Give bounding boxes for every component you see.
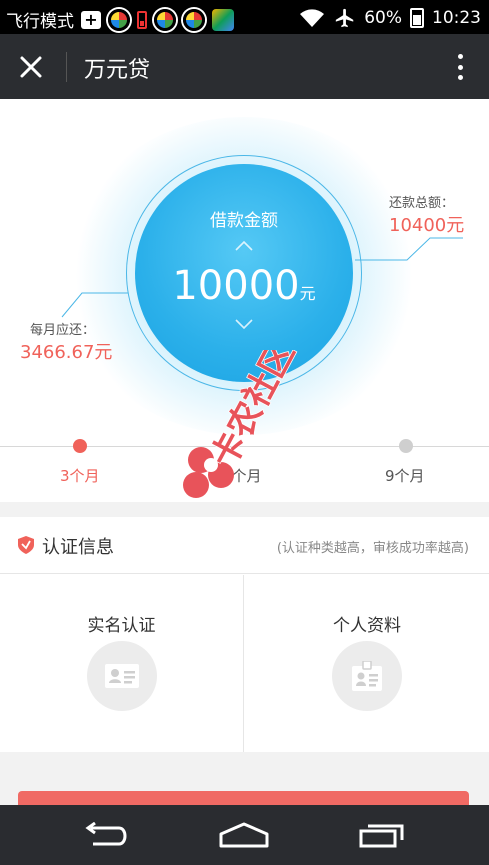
close-icon (20, 56, 42, 78)
airplane-mode-label: 飞行模式 (6, 12, 74, 32)
back-button[interactable] (77, 817, 137, 853)
page-title: 万元贷 (84, 58, 151, 83)
app-icon (183, 8, 205, 31)
term-option[interactable]: 3个月 (60, 465, 100, 486)
more-menu-button[interactable] (453, 50, 467, 84)
amount-label: 借款金额 (210, 211, 278, 231)
chevron-down-icon (235, 319, 253, 330)
home-button[interactable] (214, 817, 274, 853)
app-icon (212, 8, 234, 31)
recents-icon (359, 824, 404, 848)
battery-icon (410, 8, 424, 28)
app-icon (108, 8, 130, 31)
app-bar: 万元贷 (0, 34, 489, 99)
loan-amount: 10000元 (135, 263, 353, 309)
amount-circle: 借款金额 10000元 (135, 164, 353, 382)
monthly-connector (61, 292, 128, 318)
personal-info-certification[interactable]: 个人资料 (245, 575, 489, 752)
term-dot-3[interactable] (73, 439, 87, 453)
total-label: 还款总额： (389, 196, 455, 211)
battery-percent: 60% (364, 8, 402, 28)
app-icon (154, 8, 176, 31)
term-option[interactable]: 6个月 (222, 465, 262, 486)
close-button[interactable] (14, 50, 48, 84)
divider (66, 52, 67, 82)
battery-low-icon (137, 10, 147, 29)
id-card-icon (104, 664, 139, 688)
wifi-icon (300, 9, 325, 27)
total-connector (355, 237, 463, 261)
amount-unit: 元 (299, 284, 316, 303)
profile-badge-icon (352, 661, 382, 691)
amount-value: 10000 (172, 263, 300, 309)
total-value: 10400元 (389, 215, 465, 236)
chevron-up-icon (235, 240, 253, 251)
monthly-value: 3466.67元 (20, 342, 113, 363)
cert-item-label: 实名认证 (87, 616, 156, 636)
real-name-certification[interactable]: 实名认证 (0, 575, 244, 752)
system-nav-bar (0, 805, 489, 865)
certification-section: 认证信息 (认证种类越高，审核成功率越高) 实名认证 个人资料 (0, 517, 489, 752)
increase-amount-button[interactable] (135, 236, 353, 255)
plus-icon: + (81, 10, 101, 29)
cert-item-label: 个人资料 (333, 616, 401, 636)
clock: 10:23 (432, 8, 481, 28)
airplane-icon (336, 8, 354, 28)
back-icon (85, 822, 127, 846)
recents-button[interactable] (352, 817, 412, 853)
monthly-label: 每月应还： (30, 323, 96, 338)
certification-header: 认证信息 (认证种类越高，审核成功率越高) (0, 517, 489, 574)
shield-icon (18, 536, 34, 554)
certification-title: 认证信息 (42, 537, 114, 558)
certification-hint: (认证种类越高，审核成功率越高) (276, 541, 469, 556)
decrease-amount-button[interactable] (135, 314, 353, 333)
term-option[interactable]: 9个月 (385, 465, 425, 486)
term-dot-9[interactable] (399, 439, 413, 453)
status-bar: 飞行模式 + 60% 10:23 (0, 0, 489, 34)
more-vertical-icon (457, 54, 463, 59)
home-icon (219, 822, 269, 848)
